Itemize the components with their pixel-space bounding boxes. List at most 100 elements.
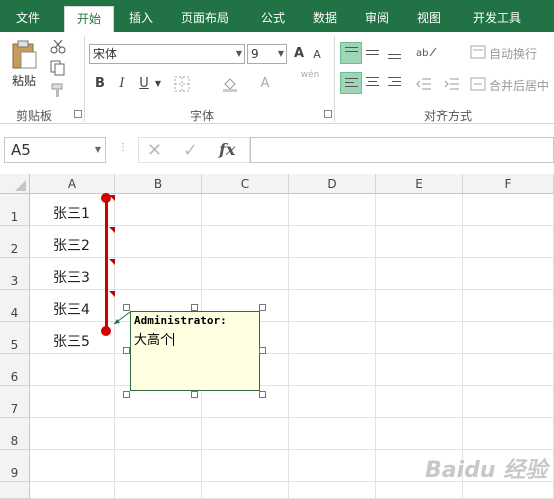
comment-text[interactable]: 大高个	[134, 329, 175, 348]
merge-center-icon[interactable]	[470, 76, 486, 92]
grid-cell[interactable]	[202, 226, 289, 258]
grid-cell[interactable]	[289, 450, 376, 482]
row-header-1[interactable]: 1	[0, 194, 30, 226]
grid-cell[interactable]	[463, 482, 554, 499]
grid-cell[interactable]	[289, 482, 376, 499]
column-header-b[interactable]: B	[115, 174, 202, 194]
grid-cell[interactable]	[289, 418, 376, 450]
cell-a5[interactable]: 张三5	[53, 331, 90, 351]
row-header-7[interactable]: 7	[0, 386, 30, 418]
font-size-select[interactable]: 9 ▼	[247, 44, 287, 64]
align-right-button[interactable]	[384, 72, 406, 94]
bold-button[interactable]: B	[92, 74, 108, 94]
grid-cell[interactable]	[289, 194, 376, 226]
row-header-6[interactable]: 6	[0, 354, 30, 386]
grid-cell[interactable]	[202, 418, 289, 450]
row-header-2[interactable]: 2	[0, 226, 30, 258]
copy-icon[interactable]	[50, 60, 66, 76]
wrap-text-icon[interactable]	[470, 44, 486, 60]
cell-a3[interactable]: 张三3	[53, 267, 90, 287]
grid-cell[interactable]	[115, 226, 202, 258]
grid-cell[interactable]	[289, 354, 376, 386]
row-header-8[interactable]: 8	[0, 418, 30, 450]
name-box[interactable]: A5 ▼	[4, 137, 106, 163]
grid-cell[interactable]	[115, 450, 202, 482]
align-center-button[interactable]	[362, 72, 384, 94]
formula-bar-splitter[interactable]: ⋮	[118, 142, 128, 156]
grid-cell[interactable]	[376, 482, 463, 499]
grid-cell[interactable]	[202, 482, 289, 499]
orientation-icon[interactable]: ab	[416, 44, 437, 60]
grid-cell[interactable]	[463, 322, 554, 354]
grid-cell[interactable]	[376, 386, 463, 418]
grid-cell[interactable]	[289, 322, 376, 354]
grid-cell[interactable]	[463, 290, 554, 322]
paste-button[interactable]	[10, 40, 38, 70]
grid-cell[interactable]	[289, 386, 376, 418]
resize-handle[interactable]	[123, 304, 130, 311]
decrease-indent-icon[interactable]	[416, 76, 432, 92]
grid-cell[interactable]	[376, 194, 463, 226]
row-header-10[interactable]	[0, 482, 30, 499]
merge-center-button[interactable]: 合并后居中	[489, 77, 549, 94]
align-middle-button[interactable]	[362, 42, 384, 64]
grid-cell[interactable]	[376, 226, 463, 258]
grid-cell[interactable]	[30, 354, 115, 386]
tab-home[interactable]: 开始	[64, 6, 114, 32]
wrap-text-button[interactable]: 自动换行	[489, 45, 537, 62]
enter-icon[interactable]: ✓	[183, 140, 198, 161]
font-launcher-icon[interactable]	[324, 110, 332, 118]
tab-page-layout[interactable]: 页面布局	[170, 6, 240, 32]
grid-cell[interactable]	[202, 258, 289, 290]
grid-cell[interactable]	[30, 386, 115, 418]
tab-insert[interactable]: 插入	[118, 6, 164, 32]
chevron-down-icon[interactable]: ▼	[152, 74, 164, 94]
tab-file[interactable]: 文件	[5, 6, 51, 32]
grid-cell[interactable]	[376, 258, 463, 290]
column-header-d[interactable]: D	[289, 174, 376, 194]
grow-font-button[interactable]: A	[292, 44, 306, 64]
grid-cell[interactable]	[463, 354, 554, 386]
resize-handle[interactable]	[191, 304, 198, 311]
grid-cell[interactable]	[463, 194, 554, 226]
tab-view[interactable]: 视图	[406, 6, 452, 32]
column-header-f[interactable]: F	[463, 174, 554, 194]
row-header-9[interactable]: 9	[0, 450, 30, 482]
grid-cell[interactable]	[376, 290, 463, 322]
cut-icon[interactable]	[50, 38, 66, 54]
clipboard-launcher-icon[interactable]	[74, 110, 82, 118]
font-color-button[interactable]: A	[258, 74, 272, 94]
grid-cell[interactable]	[463, 386, 554, 418]
column-header-e[interactable]: E	[376, 174, 463, 194]
align-left-button[interactable]	[340, 72, 362, 94]
column-header-a[interactable]: A	[30, 174, 115, 194]
grid-cell[interactable]	[30, 450, 115, 482]
select-all-button[interactable]	[0, 174, 30, 194]
grid-cell[interactable]	[376, 418, 463, 450]
formula-input[interactable]	[250, 137, 554, 163]
resize-handle[interactable]	[191, 391, 198, 398]
cell-a4[interactable]: 张三4	[53, 299, 90, 319]
grid-cell[interactable]	[115, 258, 202, 290]
resize-handle[interactable]	[123, 347, 130, 354]
format-painter-icon[interactable]	[50, 82, 66, 98]
phonetic-guide-button[interactable]: wén	[300, 70, 320, 90]
grid-cell[interactable]	[376, 354, 463, 386]
column-header-c[interactable]: C	[202, 174, 289, 194]
fill-color-icon[interactable]	[222, 76, 238, 92]
increase-indent-icon[interactable]	[444, 76, 460, 92]
tab-data[interactable]: 数据	[302, 6, 348, 32]
grid-cell[interactable]	[202, 450, 289, 482]
tab-review[interactable]: 审阅	[354, 6, 400, 32]
resize-handle[interactable]	[259, 391, 266, 398]
grid-cell[interactable]	[30, 482, 115, 499]
row-header-5[interactable]: 5	[0, 322, 30, 354]
grid-cell[interactable]	[30, 418, 115, 450]
tab-formulas[interactable]: 公式	[250, 6, 296, 32]
grid-cell[interactable]	[115, 482, 202, 499]
align-bottom-button[interactable]	[384, 42, 406, 64]
grid-cell[interactable]	[289, 258, 376, 290]
grid-cell[interactable]	[289, 290, 376, 322]
shrink-font-button[interactable]: A	[311, 45, 323, 65]
grid-cell[interactable]	[463, 258, 554, 290]
